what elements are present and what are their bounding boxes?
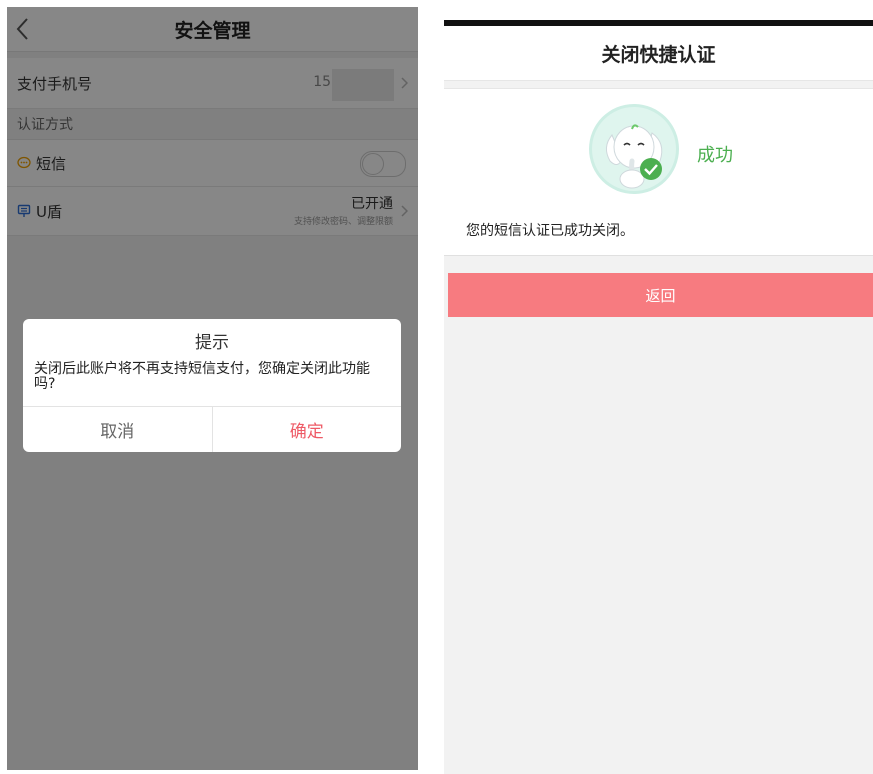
success-status-text: 成功: [697, 145, 733, 166]
return-button[interactable]: 返回: [448, 273, 873, 317]
dialog-message: 关闭后此账户将不再支持短信支付，您确定关闭此功能吗?: [34, 361, 370, 392]
dialog-buttons: 取消 确定: [23, 406, 401, 452]
confirm-dialog: 提示 关闭后此账户将不再支持短信支付，您确定关闭此功能吗? 取消 确定: [23, 319, 401, 452]
page-title: 关闭快捷认证: [601, 43, 716, 66]
result-message: 您的短信认证已成功关闭。: [466, 223, 634, 239]
cancel-button[interactable]: 取消: [23, 407, 213, 452]
result-card: 成功 您的短信认证已成功关闭。: [444, 88, 873, 256]
confirm-button[interactable]: 确定: [213, 407, 402, 452]
dialog-title: 提示: [195, 333, 229, 353]
mascot-success-icon: [589, 104, 679, 194]
security-management-screen: 安全管理 支付手机号 150 认证方式 短信 U盾 已开通 支持修改密码、调整限…: [7, 7, 418, 770]
close-quick-auth-screen: 关闭快捷认证 成功 您的短信认证已成功关闭。 返回: [444, 20, 873, 774]
header: 关闭快捷认证: [444, 26, 873, 81]
